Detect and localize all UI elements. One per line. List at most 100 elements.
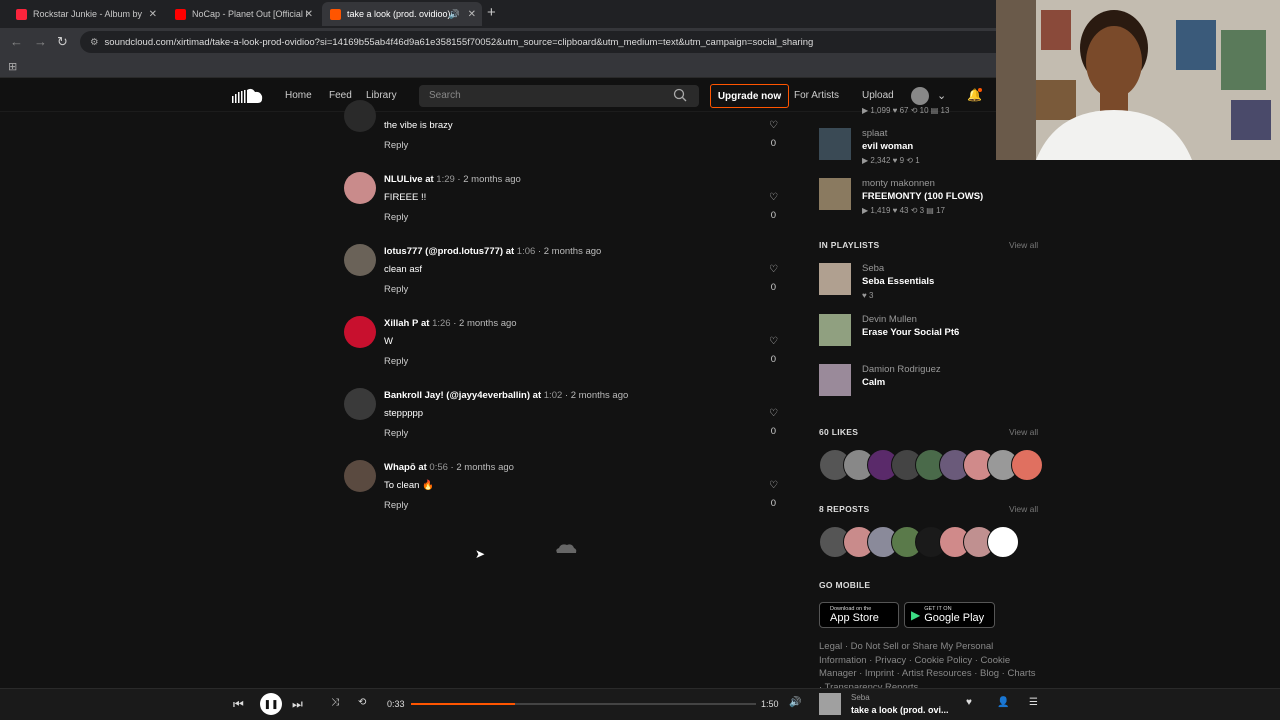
playlist-item[interactable]: Damion Rodriguez Calm — [819, 364, 1039, 410]
playlist-owner[interactable]: Damion Rodriguez — [862, 364, 941, 375]
now-playing-title[interactable]: take a look (prod. ovi... — [851, 705, 949, 715]
heart-icon[interactable]: ♡ — [769, 480, 778, 491]
reply-button[interactable]: Reply — [384, 140, 408, 151]
heart-icon[interactable]: ♡ — [769, 264, 778, 275]
playlist-artwork[interactable] — [819, 263, 851, 295]
commenter-avatar[interactable] — [344, 100, 376, 132]
browser-tab[interactable]: NoCap - Planet Out [Official M ✕ — [167, 2, 319, 26]
app-store-badge[interactable]: Download on the App Store — [819, 602, 899, 628]
heart-icon[interactable]: ♥ — [966, 697, 972, 708]
comment-item: Whapō at 0:56 · 2 months ago To clean 🔥 … — [344, 460, 784, 532]
view-all-playlists[interactable]: View all — [1009, 240, 1038, 250]
chevron-down-icon[interactable]: ⌄ — [937, 89, 946, 102]
view-all-likes[interactable]: View all — [1009, 427, 1038, 437]
repeat-icon[interactable]: ⟲ — [358, 697, 366, 708]
reload-icon[interactable]: ↻ — [57, 34, 68, 50]
now-playing-artist[interactable]: Seba — [851, 693, 870, 702]
heart-icon[interactable]: ♡ — [769, 408, 778, 419]
playlist-owner[interactable]: Devin Mullen — [862, 314, 917, 325]
webcam-person-image — [996, 0, 1280, 160]
queue-icon[interactable]: ☰ — [1029, 697, 1038, 708]
track-artwork[interactable] — [819, 128, 851, 160]
playlist-title[interactable]: Seba Essentials — [862, 276, 934, 287]
webcam-overlay — [996, 0, 1280, 160]
comment-item: the vibe is brazy Reply ♡ 0 — [344, 100, 784, 172]
comment-timestamp[interactable]: 1:06 — [517, 246, 536, 257]
track-title[interactable]: evil woman — [862, 141, 913, 152]
comment-age: 2 months ago — [570, 390, 629, 401]
related-track[interactable]: monty makonnen FREEMONTY (100 FLOWS) ▶ 1… — [819, 178, 1039, 224]
now-playing-artwork[interactable] — [819, 693, 841, 715]
apps-grid-icon[interactable]: ⊞ — [8, 60, 17, 73]
pause-button[interactable]: ❚❚ — [260, 693, 282, 715]
track-artwork[interactable] — [819, 178, 851, 210]
nav-home[interactable]: Home — [285, 90, 312, 101]
comment-user[interactable]: lotus777 (@prod.lotus777) — [384, 246, 503, 257]
close-icon[interactable]: ✕ — [305, 9, 313, 20]
speaker-icon[interactable]: 🔊 — [449, 9, 460, 20]
playlist-owner[interactable]: Seba — [862, 263, 884, 274]
related-track-stats-partial: ▶ 1,099 ♥ 67 ⟲ 10 ▤ 13 — [862, 106, 950, 115]
track-title[interactable]: FREEMONTY (100 FLOWS) — [862, 191, 983, 202]
user-avatar[interactable] — [987, 526, 1019, 558]
commenter-avatar[interactable] — [344, 316, 376, 348]
user-avatar[interactable] — [911, 87, 929, 105]
track-artist[interactable]: monty makonnen — [862, 178, 935, 189]
commenter-avatar[interactable] — [344, 460, 376, 492]
comment-user[interactable]: Whapō — [384, 462, 416, 473]
follow-user-icon[interactable]: 👤 — [997, 697, 1009, 708]
playlist-title[interactable]: Erase Your Social Pt6 — [862, 327, 959, 338]
track-artist[interactable]: splaat — [862, 128, 887, 139]
close-icon[interactable]: ✕ — [149, 9, 157, 20]
reply-button[interactable]: Reply — [384, 356, 408, 367]
upload-link[interactable]: Upload — [862, 90, 894, 101]
next-icon[interactable]: ⏭ — [292, 697, 303, 712]
forward-icon[interactable]: → — [34, 34, 47, 49]
commenter-avatar[interactable] — [344, 244, 376, 276]
reply-button[interactable]: Reply — [384, 212, 408, 223]
new-tab-button[interactable]: + — [487, 4, 496, 21]
progress-bar[interactable] — [411, 703, 756, 705]
view-all-reposts[interactable]: View all — [1009, 504, 1038, 514]
google-play-badge[interactable]: ▶ GET IT ON Google Play — [904, 602, 995, 628]
comment-header: lotus777 (@prod.lotus777) at 1:06 · 2 mo… — [384, 246, 602, 257]
for-artists-link[interactable]: For Artists — [794, 90, 839, 101]
site-info-icon[interactable]: ⚙ — [90, 37, 99, 48]
comment-timestamp[interactable]: 1:29 — [436, 174, 455, 185]
browser-tab[interactable]: Rockstar Junkie - Album by ✕ — [8, 2, 163, 26]
playlist-artwork[interactable] — [819, 314, 851, 346]
shuffle-icon[interactable]: ⤨ — [331, 697, 339, 708]
commenter-avatar[interactable] — [344, 172, 376, 204]
playlist-title[interactable]: Calm — [862, 377, 885, 388]
volume-icon[interactable]: 🔊 — [789, 697, 801, 708]
back-icon[interactable]: ← — [10, 34, 23, 49]
comment-user[interactable]: Xillah P — [384, 318, 418, 329]
user-avatar[interactable] — [1011, 449, 1043, 481]
playlist-item[interactable]: Devin Mullen Erase Your Social Pt6 — [819, 314, 1039, 360]
comment-timestamp[interactable]: 1:02 — [544, 390, 563, 401]
reply-button[interactable]: Reply — [384, 500, 408, 511]
comment-like-count: 0 — [770, 354, 776, 365]
playlist-item[interactable]: Seba Seba Essentials ♥ 3 — [819, 263, 1039, 309]
comment-timestamp[interactable]: 1:26 — [432, 318, 451, 329]
commenter-avatar[interactable] — [344, 388, 376, 420]
browser-tab-active[interactable]: take a look (prod. ovidioo) | 🔊 ✕ — [322, 2, 482, 26]
playlist-artwork[interactable] — [819, 364, 851, 396]
heart-icon[interactable]: ♡ — [769, 336, 778, 347]
reply-button[interactable]: Reply — [384, 428, 408, 439]
reply-button[interactable]: Reply — [384, 284, 408, 295]
previous-icon[interactable]: ⏮ — [233, 697, 244, 712]
comment-text: clean asf — [384, 264, 423, 275]
comment-text: the vibe is brazy — [384, 120, 453, 131]
at-word: at — [420, 318, 430, 329]
comment-user[interactable]: NLULive — [384, 174, 423, 185]
heart-icon[interactable]: ♡ — [769, 192, 778, 203]
heart-icon[interactable]: ♡ — [769, 120, 778, 131]
comment-timestamp[interactable]: 0:56 — [429, 462, 448, 473]
comment-user[interactable]: Bankroll Jay! (@jayy4everballin) — [384, 390, 530, 401]
footer-links[interactable]: Legal · Do Not Sell or Share My Personal… — [819, 640, 1039, 688]
close-icon[interactable]: ✕ — [468, 9, 476, 20]
mouse-cursor-icon: ➤ — [475, 547, 486, 561]
soundcloud-logo-icon[interactable] — [232, 87, 264, 105]
at-word: at — [505, 246, 515, 257]
